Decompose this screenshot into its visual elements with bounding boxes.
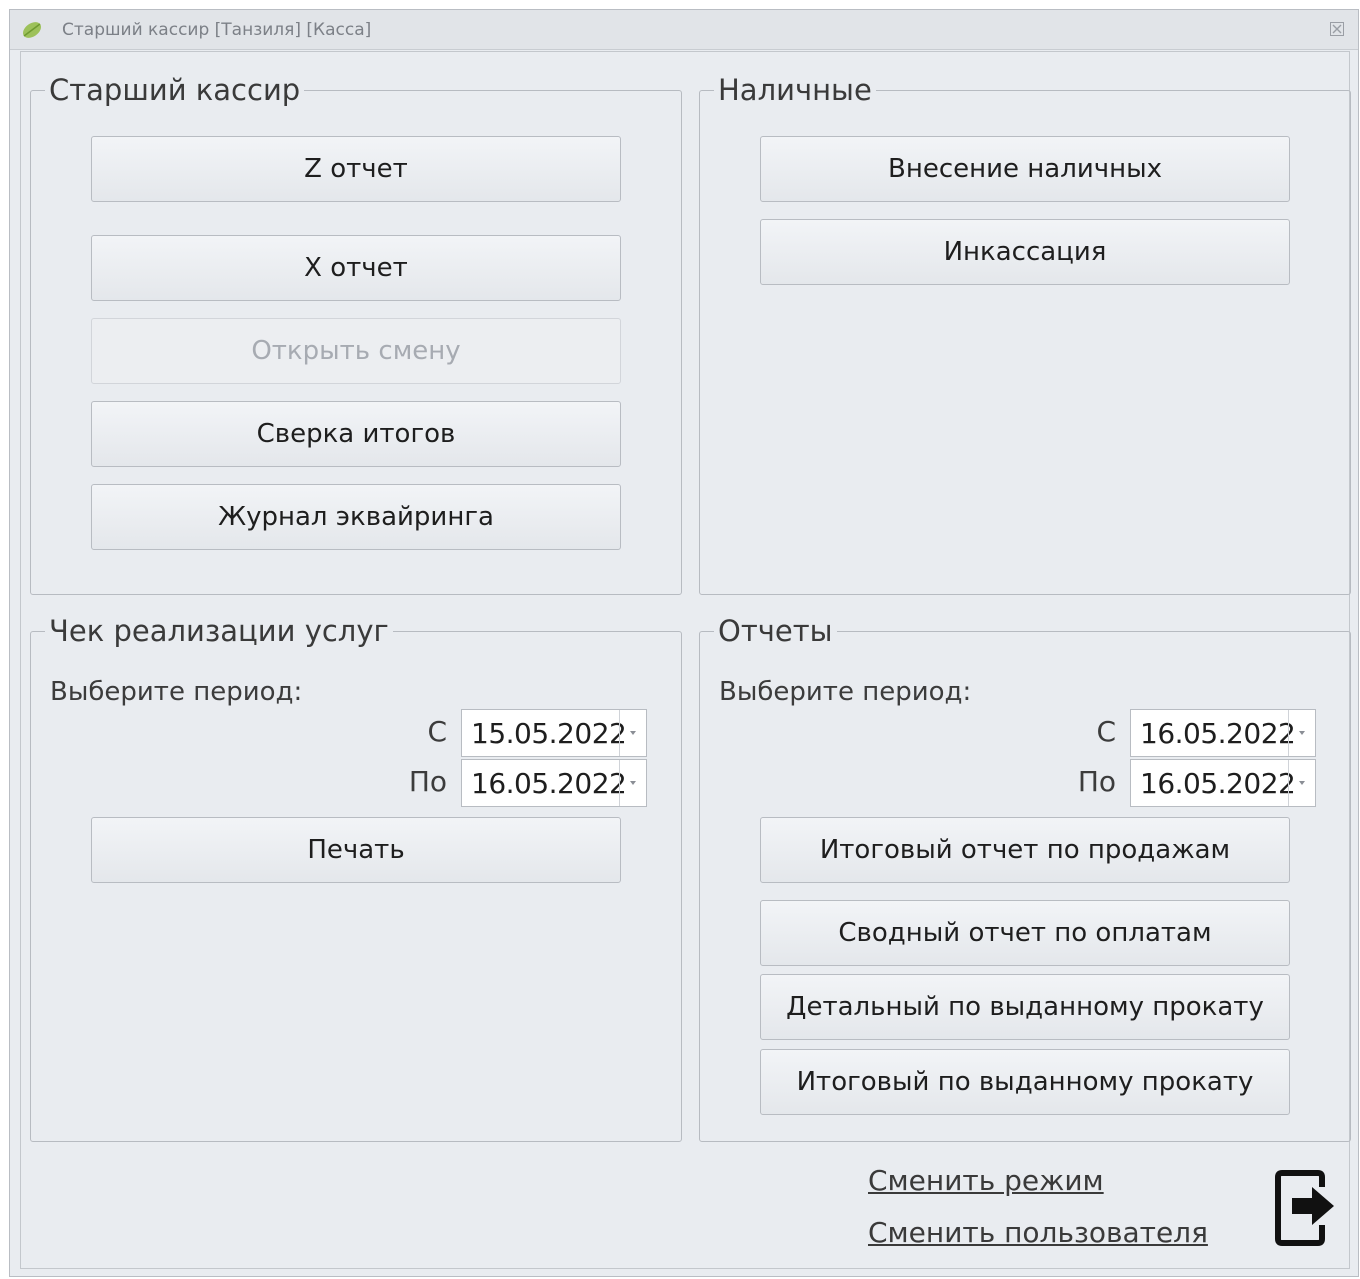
payments-summary-button[interactable]: Сводный отчет по оплатам (760, 900, 1290, 966)
exit-door-arrow-icon[interactable] (1274, 1165, 1338, 1247)
services-to-label: По (408, 765, 447, 798)
services-to-date-picker[interactable]: 16.05.2022 (461, 759, 647, 807)
reports-from-date-picker[interactable]: 16.05.2022 (1130, 709, 1316, 757)
window-title: Старший кассир [Танзиля] [Касса] (62, 20, 372, 40)
reports-from-label: С (1096, 715, 1116, 748)
reports-to-label: По (1077, 765, 1116, 798)
services-from-date-value: 15.05.2022 (471, 717, 627, 750)
rental-total-button[interactable]: Итоговый по выданному прокату (760, 1049, 1290, 1115)
main-window: Старший кассир [Танзиля] [Касса] Старший… (9, 9, 1359, 1277)
close-icon[interactable] (1329, 21, 1345, 37)
reports-legend: Отчеты (718, 614, 833, 648)
cash-legend: Наличные (718, 73, 872, 107)
reports-from-date-value: 16.05.2022 (1140, 717, 1296, 750)
open-shift-button: Открыть смену (91, 318, 621, 384)
reconciliation-button[interactable]: Сверка итогов (91, 401, 621, 467)
cash-collection-button[interactable]: Инкассация (760, 219, 1290, 285)
client-area: Старший кассир Z отчет X отчет Открыть с… (20, 51, 1351, 1269)
services-from-date-picker[interactable]: 15.05.2022 (461, 709, 647, 757)
title-bar: Старший кассир [Танзиля] [Касса] (10, 10, 1358, 50)
change-user-link[interactable]: Сменить пользователя (868, 1216, 1208, 1249)
senior-cashier-legend: Старший кассир (49, 73, 301, 107)
reports-period-label: Выберите период: (719, 677, 972, 707)
change-mode-link[interactable]: Сменить режим (868, 1164, 1104, 1197)
chevron-down-icon[interactable] (1288, 710, 1315, 756)
x-report-button[interactable]: X отчет (91, 235, 621, 301)
cash-deposit-button[interactable]: Внесение наличных (760, 136, 1290, 202)
z-report-button[interactable]: Z отчет (91, 136, 621, 202)
reports-to-date-picker[interactable]: 16.05.2022 (1130, 759, 1316, 807)
chevron-down-icon[interactable] (1288, 760, 1315, 806)
services-period-label: Выберите период: (50, 677, 303, 707)
print-button[interactable]: Печать (91, 817, 621, 883)
chevron-down-icon[interactable] (619, 760, 646, 806)
services-to-date-value: 16.05.2022 (471, 767, 627, 800)
rental-detailed-button[interactable]: Детальный по выданному прокату (760, 974, 1290, 1040)
sales-summary-button[interactable]: Итоговый отчет по продажам (760, 817, 1290, 883)
reports-to-date-value: 16.05.2022 (1140, 767, 1296, 800)
leaf-icon (22, 22, 42, 38)
services-from-label: С (427, 715, 447, 748)
acquiring-log-button[interactable]: Журнал эквайринга (91, 484, 621, 550)
chevron-down-icon[interactable] (619, 710, 646, 756)
services-receipt-legend: Чек реализации услуг (49, 614, 389, 648)
